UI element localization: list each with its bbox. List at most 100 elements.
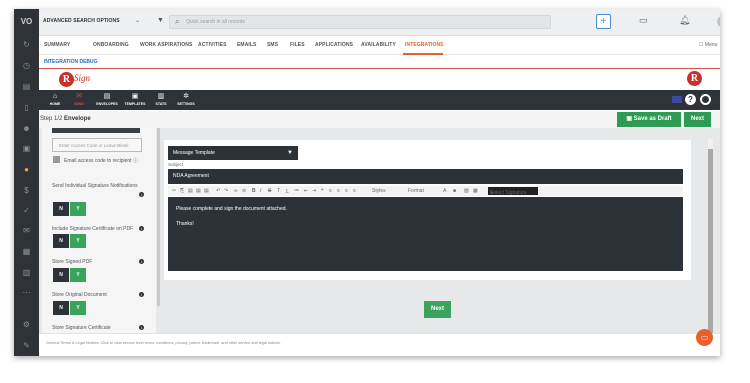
image-icon[interactable]: ▨: [464, 188, 469, 194]
unlink-icon[interactable]: ⊘: [242, 188, 246, 194]
info-icon[interactable]: ⓘ: [133, 158, 138, 164]
history-icon[interactable]: ↻: [21, 39, 32, 50]
italic-icon[interactable]: I: [260, 188, 261, 194]
text-color-icon[interactable]: A: [443, 188, 446, 194]
paste-word-icon[interactable]: ▤: [204, 188, 209, 194]
link-icon[interactable]: ∞: [234, 188, 238, 194]
scrollbar-thumb[interactable]: [708, 149, 713, 334]
no-button[interactable]: N: [53, 301, 69, 315]
yes-button[interactable]: Y: [70, 202, 86, 216]
briefcase-icon[interactable]: ▣: [21, 143, 32, 154]
subject-input[interactable]: NDA Agreement: [168, 169, 683, 184]
bell-icon[interactable]: 🔔︎: [679, 15, 690, 26]
tab-integrations[interactable]: INTEGRATIONS: [405, 42, 444, 48]
avatar[interactable]: [717, 16, 720, 27]
redo-icon[interactable]: ↷: [224, 188, 228, 194]
info-icon[interactable]: i: [139, 259, 144, 264]
toolbar-settings[interactable]: ✲ SETTINGS: [173, 92, 199, 107]
message-body-editor[interactable]: Please complete and sign the document at…: [168, 197, 683, 271]
tab-files[interactable]: FILES: [290, 42, 305, 48]
info-icon[interactable]: i: [139, 192, 144, 197]
styles-dropdown[interactable]: Styles: [372, 188, 386, 194]
clipboard-icon[interactable]: ▤: [21, 81, 32, 92]
tab-summary[interactable]: SUMMARY: [44, 42, 70, 48]
yes-button[interactable]: Y: [70, 234, 86, 248]
more-icon[interactable]: ⋯: [21, 287, 32, 298]
language-flag-icon[interactable]: [672, 96, 682, 103]
yes-button[interactable]: Y: [70, 268, 86, 282]
align-center-icon[interactable]: ≡: [337, 188, 340, 194]
search-input[interactable]: ⌕ Quick search in all records: [169, 15, 551, 29]
dashboard-icon[interactable]: ◷: [21, 60, 32, 71]
justify-icon[interactable]: ≡: [353, 188, 356, 194]
info-icon[interactable]: i: [139, 292, 144, 297]
indent-icon[interactable]: ⇥: [312, 188, 316, 194]
paste-icon[interactable]: ▤: [188, 188, 193, 194]
format-dropdown[interactable]: Format: [408, 188, 424, 194]
advanced-search-dropdown[interactable]: ADVANCED SEARCH OPTIONS: [43, 18, 120, 24]
toolbar-home[interactable]: ⌂ HOME: [42, 92, 68, 107]
align-left-icon[interactable]: ≡: [329, 188, 332, 194]
menu-button[interactable]: ☐ Menu: [699, 42, 717, 48]
dollar-icon[interactable]: $: [21, 185, 32, 196]
user-icon[interactable]: ☻: [21, 123, 32, 134]
toolbar-envelopes[interactable]: ▤ ENVELOPES: [94, 92, 120, 107]
strike-icon[interactable]: S: [268, 188, 271, 194]
no-button[interactable]: N: [53, 202, 69, 216]
no-button[interactable]: N: [53, 234, 69, 248]
tab-applications[interactable]: APPLICATIONS: [315, 42, 353, 48]
paste-text-icon[interactable]: ▤: [196, 188, 201, 194]
help-icon[interactable]: ?: [685, 94, 696, 105]
tab-availability[interactable]: AVAILABILITY: [361, 42, 396, 48]
undo-icon[interactable]: ↶: [216, 188, 220, 194]
no-button[interactable]: N: [53, 268, 69, 282]
info-icon[interactable]: i: [139, 226, 144, 231]
check-circle-icon[interactable]: ✓: [21, 205, 32, 216]
calendar-icon[interactable]: ▦: [21, 246, 32, 257]
chevron-down-icon[interactable]: ⌄: [135, 17, 140, 24]
save-draft-button[interactable]: ▣ Save as Draft: [617, 112, 681, 127]
table-icon[interactable]: ▦: [473, 188, 478, 194]
next-button[interactable]: Next: [424, 301, 451, 318]
add-button[interactable]: +: [596, 14, 611, 29]
blockquote-icon[interactable]: ❝: [321, 188, 324, 194]
toolbar-stats[interactable]: ▥ STATS: [148, 92, 174, 107]
tab-work-aspirations[interactable]: WORK ASPIRATIONS: [140, 42, 192, 48]
info-icon[interactable]: i: [139, 325, 144, 330]
bold-icon[interactable]: B: [252, 188, 256, 194]
message-template-select[interactable]: Message Template ▼: [168, 146, 298, 160]
bullet-list-icon[interactable]: ≔: [294, 188, 299, 194]
filter-icon[interactable]: ▼: [157, 17, 164, 24]
access-code-input[interactable]: Enter Access Code or Leave Blank: [52, 138, 142, 152]
mail-icon[interactable]: ✉: [21, 225, 32, 236]
align-right-icon[interactable]: ≡: [345, 188, 348, 194]
tab-emails[interactable]: EMAILS: [237, 42, 257, 48]
copy-icon[interactable]: ⎘: [180, 188, 184, 194]
cut-icon[interactable]: ✂: [172, 188, 176, 194]
email-access-checkbox[interactable]: [53, 156, 60, 163]
document-icon[interactable]: ▯: [21, 102, 32, 113]
yes-button[interactable]: Y: [70, 301, 86, 315]
chat-icon[interactable]: ▭: [639, 15, 648, 26]
toolbar-templates[interactable]: ▣ TEMPLATES: [122, 92, 148, 107]
tab-sms[interactable]: SMS: [267, 42, 278, 48]
outdent-icon[interactable]: ⇤: [304, 188, 308, 194]
tab-activities[interactable]: ACTIVITIES: [198, 42, 227, 48]
toolbar-send[interactable]: ✉ SEND: [66, 92, 92, 107]
power-icon[interactable]: [700, 94, 711, 105]
select-signature-dropdown[interactable]: Select Signature ▾: [488, 187, 538, 196]
app-logo[interactable]: VO: [19, 17, 34, 27]
edit-icon[interactable]: ✎: [21, 340, 32, 351]
chat-bubble-icon[interactable]: ▭: [696, 329, 713, 346]
person-icon[interactable]: ●: [21, 164, 32, 175]
tab-integration-debug[interactable]: INTEGRATION DEBUG: [44, 59, 98, 65]
tab-onboarding[interactable]: ONBOARDING: [93, 42, 129, 48]
legal-notice[interactable]: General Terms & Legal Notices: Click to …: [46, 341, 281, 345]
panel-scrollbar[interactable]: [157, 128, 160, 306]
page-scrollbar[interactable]: [708, 139, 713, 354]
settings-icon[interactable]: ⚙: [21, 319, 32, 330]
chart-icon[interactable]: ▥: [21, 267, 32, 278]
bg-color-icon[interactable]: ■: [453, 188, 456, 194]
next-button-top[interactable]: Next: [684, 112, 711, 127]
clear-format-icon[interactable]: T: [277, 188, 280, 194]
